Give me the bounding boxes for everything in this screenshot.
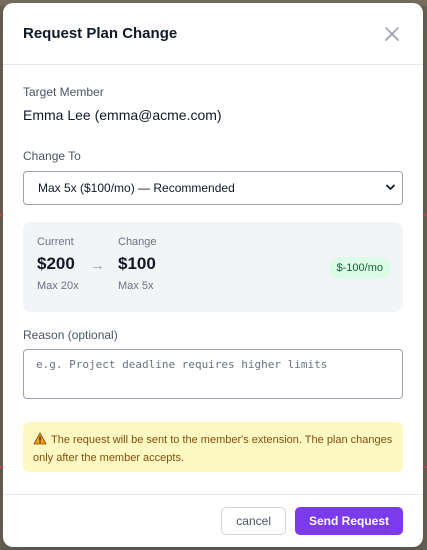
change-to-label: Change To	[23, 149, 81, 163]
reason-label: Reason (optional)	[23, 328, 118, 342]
reason-input[interactable]	[23, 349, 403, 399]
send-request-button[interactable]: Send Request	[294, 507, 403, 535]
dialog-header: Request Plan Change	[3, 3, 423, 65]
plan-select-value: Max 5x ($100/mo) — Recommended	[38, 181, 235, 195]
current-plan-name: Max 20x	[37, 280, 79, 292]
change-amount: $100	[118, 254, 156, 273]
warning-icon	[33, 432, 47, 445]
arrow-right-icon: →	[90, 257, 105, 274]
plan-change-dialog: Request Plan Change Target Member Emma L…	[3, 3, 423, 547]
plan-comparison-card: Current $200 Max 20x → Change $100 Max 5…	[23, 222, 403, 312]
change-plan-column: Change $100 Max 5x	[118, 236, 157, 292]
target-member-label: Target Member	[23, 85, 104, 99]
price-delta-badge: $-100/mo	[328, 257, 391, 279]
current-plan-column: Current $200 Max 20x	[37, 236, 79, 292]
chevron-down-icon	[386, 184, 395, 190]
target-member-value: Emma Lee (emma@acme.com)	[23, 107, 222, 123]
plan-select[interactable]: Max 5x ($100/mo) — Recommended	[23, 171, 403, 205]
current-amount: $200	[37, 254, 75, 273]
notice-text: The request will be sent to the member's…	[33, 434, 393, 464]
close-button[interactable]	[381, 23, 403, 45]
dialog-footer: cancel Send Request	[3, 494, 423, 547]
close-icon	[385, 26, 399, 41]
change-plan-name: Max 5x	[118, 280, 154, 292]
notice-banner: The request will be sent to the member's…	[23, 422, 403, 472]
dialog-title: Request Plan Change	[23, 25, 178, 42]
change-label: Change	[118, 236, 157, 248]
dialog-body: Target Member Emma Lee (emma@acme.com) C…	[3, 65, 423, 472]
cancel-button[interactable]: cancel	[221, 507, 286, 535]
current-label: Current	[37, 236, 74, 248]
